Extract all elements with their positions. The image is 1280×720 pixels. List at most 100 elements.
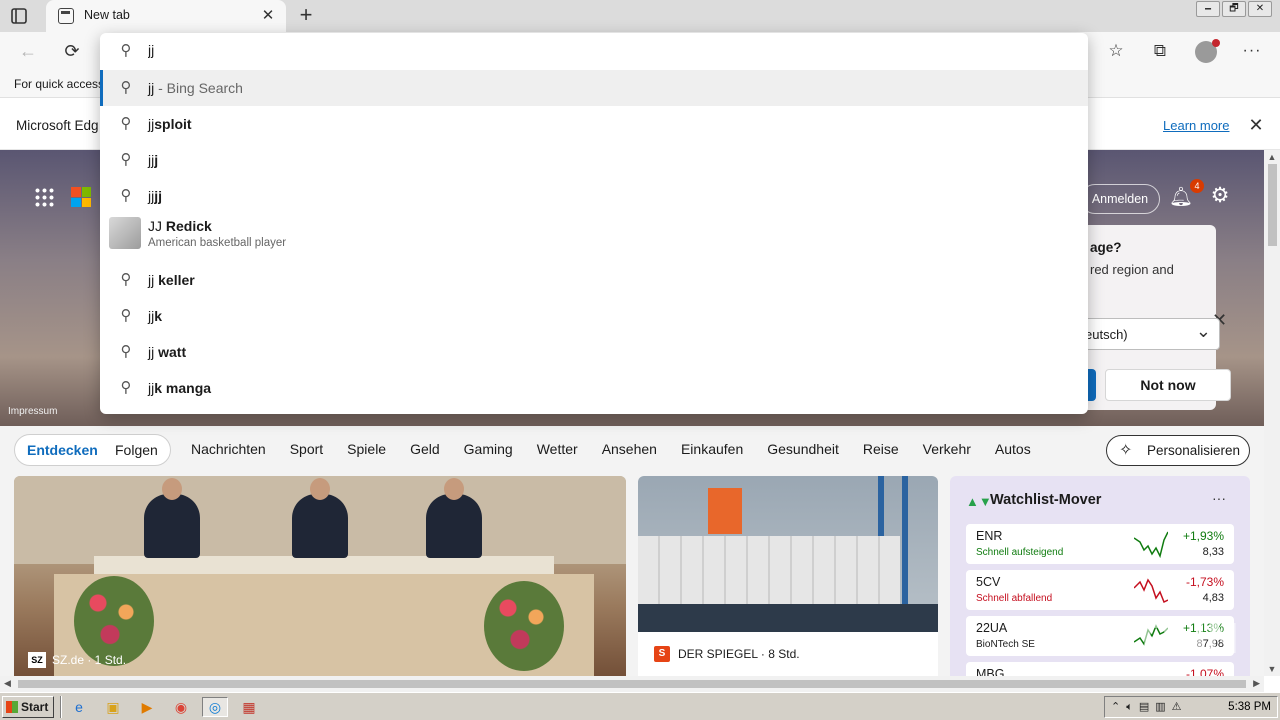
search-icon: ⚲ — [120, 379, 132, 396]
vertical-scroll-thumb[interactable] — [1268, 164, 1277, 246]
edge-icon[interactable]: ◎ — [202, 697, 228, 717]
news-card-main[interactable]: SZ SZ.de · 1 Std. — [14, 476, 626, 676]
language-prompt-text: red region and — [1090, 262, 1174, 277]
suggestion-item[interactable]: ⚲ jj watt — [100, 334, 1088, 370]
avatar — [1195, 39, 1220, 63]
start-button[interactable]: Start — [2, 696, 54, 718]
suggestion-item[interactable]: ⚲ jjk manga — [100, 370, 1088, 406]
category-verkehr[interactable]: Verkehr — [923, 441, 971, 457]
category-gesundheit[interactable]: Gesundheit — [767, 441, 839, 457]
address-input[interactable] — [148, 42, 1048, 58]
tab-actions-icon[interactable] — [8, 6, 30, 26]
entity-thumbnail — [109, 217, 141, 249]
media-player-icon[interactable]: ▶ — [134, 697, 160, 717]
minimize-button[interactable]: 🗕 — [1196, 1, 1220, 17]
scroll-down-icon[interactable]: ▼ — [1267, 664, 1277, 674]
suggestion-text: jj - Bing Search — [148, 80, 243, 96]
search-icon: ⚲ — [120, 271, 132, 288]
category-geld[interactable]: Geld — [410, 441, 440, 457]
category-einkaufen[interactable]: Einkaufen — [681, 441, 743, 457]
favorites-icon[interactable]: ☆ — [1102, 38, 1130, 64]
news-source: SZ SZ.de · 1 Std. — [28, 652, 126, 668]
close-window-button[interactable]: ✕ — [1248, 1, 1272, 17]
category-spiele[interactable]: Spiele — [347, 441, 386, 457]
stock-change: +1,93% — [1182, 529, 1224, 543]
card-image-flowers — [484, 581, 564, 671]
notifications-bell-icon[interactable]: 🔔︎ — [1169, 185, 1193, 211]
impressum-link[interactable]: Impressum — [8, 406, 57, 417]
suggestion-subtitle: American basketball player — [148, 237, 287, 249]
sign-in-button[interactable]: Anmelden — [1080, 184, 1160, 214]
settings-and-more-icon[interactable]: ··· — [1238, 38, 1266, 64]
new-tab-button[interactable]: + — [294, 4, 318, 28]
profile-button[interactable] — [1192, 38, 1220, 64]
back-button[interactable]: ← — [14, 38, 42, 64]
learn-more-link[interactable]: Learn more — [1163, 118, 1229, 133]
chevron-down-icon: ⌄ — [1195, 321, 1211, 341]
page-settings-gear-icon[interactable]: ⚙ — [1207, 183, 1233, 211]
horizontal-scrollbar[interactable]: ◀ ▶ — [0, 676, 1264, 692]
tray-icons[interactable]: ⌃🔈︎▤▥⚠ — [1111, 700, 1187, 714]
app-launcher-icon[interactable] — [34, 187, 54, 207]
suggestion-item[interactable]: ⚲ jj - Bing Search — [100, 70, 1088, 106]
suggestion-item[interactable]: ⚲ jjjj — [100, 178, 1088, 214]
suggestion-item[interactable]: ⚲ jj keller — [100, 262, 1088, 298]
suggestion-text: JJ Redick — [148, 218, 212, 234]
chrome-icon[interactable]: ◉ — [168, 697, 194, 717]
watchlist-title: Watchlist-Mover — [990, 492, 1102, 508]
tab-new-tab[interactable]: New tab ✕ — [46, 0, 286, 32]
suggestion-item[interactable]: ⚲ jjsploit — [100, 106, 1088, 142]
winrar-icon[interactable]: ▦ — [236, 697, 262, 717]
suggestion-text: jjjj — [148, 188, 163, 204]
address-bar[interactable]: ⚲ — [100, 33, 1088, 70]
stock-subtitle: Schnell aufsteigend — [976, 547, 1064, 558]
card-image-person — [426, 478, 482, 558]
stock-subtitle: Schnell abfallend — [976, 593, 1053, 604]
tab-close-icon[interactable]: ✕ — [258, 6, 278, 26]
search-icon: ⚲ — [120, 307, 132, 324]
collections-icon[interactable]: ⧉ — [1146, 38, 1174, 64]
restore-button[interactable]: 🗗 — [1222, 1, 1246, 17]
scroll-left-icon[interactable]: ◀ — [4, 678, 11, 689]
refresh-button[interactable]: ⟳ — [58, 38, 86, 64]
suggestion-item-entity[interactable]: JJ Redick American basketball player — [100, 214, 1088, 254]
watchlist-more-icon[interactable]: ··· — [1212, 490, 1226, 506]
stock-symbol: ENR — [976, 529, 1003, 543]
card-image-funnel — [708, 488, 742, 534]
personalize-button[interactable]: ✧ Personalisieren — [1106, 435, 1250, 466]
personalize-label: Personalisieren — [1147, 443, 1241, 458]
not-now-button[interactable]: Not now — [1105, 369, 1231, 401]
category-reise[interactable]: Reise — [863, 441, 899, 457]
horizontal-scroll-thumb[interactable] — [18, 680, 1246, 688]
file-explorer-icon[interactable]: ▣ — [100, 697, 126, 717]
watchlist-row[interactable]: ENR Schnell aufsteigend +1,93% 8,33 — [966, 524, 1234, 564]
tab-entdecken[interactable]: Entdecken — [27, 442, 98, 458]
category-nachrichten[interactable]: Nachrichten — [191, 441, 266, 457]
card-image-person — [144, 478, 200, 558]
taskbar-separator — [60, 696, 62, 718]
stock-symbol: 5CV — [976, 575, 1001, 589]
watchlist-row[interactable]: MBG -1,07% — [966, 662, 1234, 676]
category-autos[interactable]: Autos — [995, 441, 1031, 457]
microsoft-logo-icon — [71, 187, 91, 207]
news-card-spiegel[interactable]: S DER SPIEGEL · 8 Std. — [638, 476, 938, 676]
tab-folgen[interactable]: Folgen — [115, 442, 158, 458]
category-sport[interactable]: Sport — [290, 441, 323, 457]
scroll-right-icon[interactable]: ▶ — [1253, 678, 1260, 689]
suggestion-item[interactable]: ⚲ jjk — [100, 298, 1088, 334]
new-tab-page-icon — [58, 8, 74, 24]
vertical-scrollbar[interactable]: ▲ ▼ — [1264, 150, 1280, 676]
suggestion-text: jjj — [148, 152, 159, 168]
info-bar-close-icon[interactable]: ✕ — [1246, 114, 1266, 136]
suggestion-item[interactable]: ⚲ jjj — [100, 142, 1088, 178]
category-ansehen[interactable]: Ansehen — [602, 441, 657, 457]
stock-change: -1,73% — [1185, 575, 1224, 589]
info-bar-text: Microsoft Edg — [16, 118, 99, 133]
language-select[interactable]: eutsch) ⌄ — [1070, 318, 1220, 350]
watchlist-row[interactable]: 5CV Schnell abfallend -1,73% 4,83 — [966, 570, 1234, 610]
title-bar: New tab ✕ + 🗕 🗗 ✕ — [0, 0, 1280, 32]
scroll-up-icon[interactable]: ▲ — [1267, 152, 1277, 162]
internet-explorer-icon[interactable]: e — [66, 697, 92, 717]
category-wetter[interactable]: Wetter — [537, 441, 578, 457]
category-gaming[interactable]: Gaming — [464, 441, 513, 457]
